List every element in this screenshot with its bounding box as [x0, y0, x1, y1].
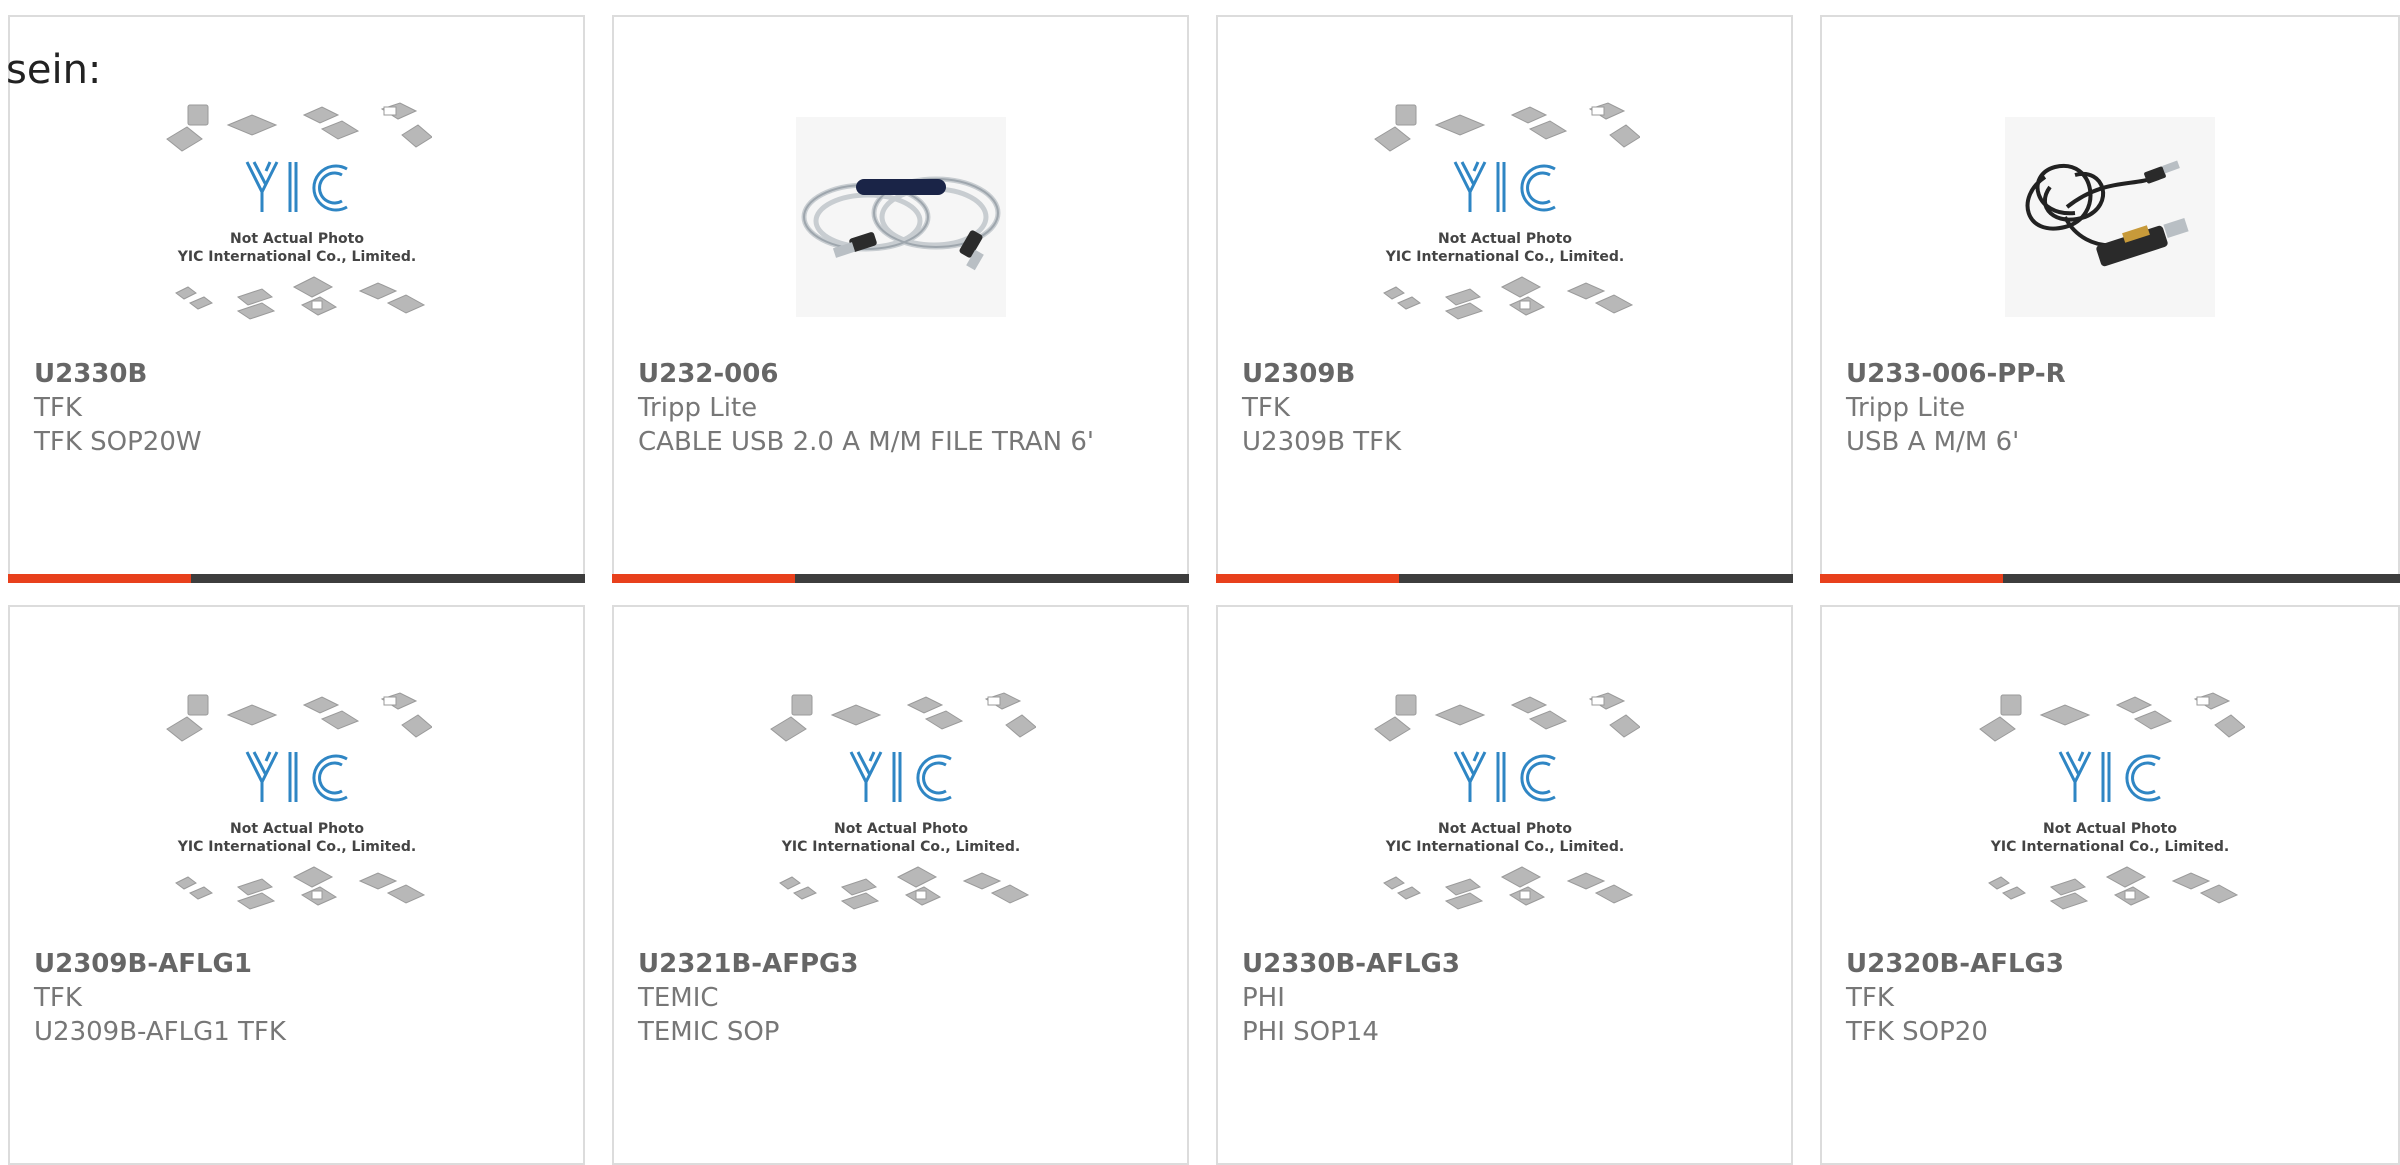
card-bottom-bar: [1216, 574, 1793, 583]
placeholder-line1: Not Actual Photo: [230, 821, 364, 837]
placeholder-line1: Not Actual Photo: [1438, 821, 1572, 837]
yic-placeholder-image: Not Actual Photo YIC International Co., …: [165, 692, 432, 910]
product-part-number[interactable]: U2320B-AFLG3: [1846, 947, 2306, 981]
product-image[interactable]: Not Actual Photo YIC International Co., …: [1218, 667, 1791, 947]
product-card[interactable]: U232-006 Tripp Lite CABLE USB 2.0 A M/M …: [612, 15, 1189, 583]
product-description: TEMIC SOP: [638, 1017, 780, 1047]
product-manufacturer: TEMIC: [638, 983, 719, 1013]
usb-cable-clear-image: [795, 117, 1006, 317]
yic-placeholder-image: Not Actual Photo YIC International Co., …: [165, 102, 432, 320]
product-description: PHI SOP14: [1242, 1017, 1379, 1047]
yic-placeholder-image: Not Actual Photo YIC International Co., …: [1979, 692, 2245, 910]
placeholder-line1: Not Actual Photo: [1438, 231, 1572, 247]
card-bar-accent: [8, 574, 191, 583]
product-image[interactable]: [614, 77, 1187, 357]
product-manufacturer: Tripp Lite: [638, 393, 758, 423]
product-description: U2309B-AFLG1 TFK: [34, 1017, 286, 1047]
card-bar-accent: [1820, 574, 2003, 583]
product-image[interactable]: Not Actual Photo YIC International Co., …: [1218, 77, 1791, 357]
product-image[interactable]: [1822, 77, 2398, 357]
product-card[interactable]: Not Actual Photo YIC International Co., …: [8, 605, 585, 1165]
card-bottom-bar: [1820, 574, 2400, 583]
product-manufacturer: TFK: [34, 393, 82, 423]
product-part-number[interactable]: U232-006: [638, 357, 1098, 391]
product-part-number[interactable]: U2321B-AFPG3: [638, 947, 1098, 981]
product-description: U2309B TFK: [1242, 427, 1402, 457]
product-text: U2309B TFK U2309B TFK: [1242, 357, 1702, 459]
product-text: U2330B-AFLG3 PHI PHI SOP14: [1242, 947, 1702, 1049]
placeholder-line2: YIC International Co., Limited.: [1384, 249, 1623, 265]
product-manufacturer: Tripp Lite: [1846, 393, 1966, 423]
product-part-number[interactable]: U2330B-AFLG3: [1242, 947, 1702, 981]
product-manufacturer: TFK: [1846, 983, 1894, 1013]
placeholder-line2: YIC International Co., Limited.: [176, 839, 415, 855]
placeholder-line1: Not Actual Photo: [2043, 821, 2177, 837]
product-card[interactable]: Not Actual Photo YIC International Co., …: [1216, 15, 1793, 583]
product-part-number[interactable]: U2309B-AFLG1: [34, 947, 494, 981]
yic-placeholder-image: Not Actual Photo YIC International Co., …: [769, 692, 1036, 910]
card-bottom-bar: [612, 574, 1189, 583]
product-text: U2330B TFK TFK SOP20W: [34, 357, 494, 459]
product-image[interactable]: Not Actual Photo YIC International Co., …: [10, 667, 583, 947]
placeholder-line1: Not Actual Photo: [834, 821, 968, 837]
product-description: TFK SOP20: [1846, 1017, 1988, 1047]
page-prefix-text: sein:: [6, 47, 102, 93]
placeholder-line1: Not Actual Photo: [230, 231, 364, 247]
yic-placeholder-image: Not Actual Photo YIC International Co., …: [1373, 102, 1640, 320]
product-text: U233-006-PP-R Tripp Lite USB A M/M 6': [1846, 357, 2306, 459]
usb-cable-black-image: [2005, 117, 2215, 317]
product-part-number[interactable]: U2330B: [34, 357, 494, 391]
product-text: U2321B-AFPG3 TEMIC TEMIC SOP: [638, 947, 1098, 1049]
product-text: U2309B-AFLG1 TFK U2309B-AFLG1 TFK: [34, 947, 494, 1049]
product-image[interactable]: Not Actual Photo YIC International Co., …: [1822, 667, 2398, 947]
product-description: USB A M/M 6': [1846, 427, 2020, 457]
product-description: CABLE USB 2.0 A M/M FILE TRAN 6': [638, 427, 1095, 457]
card-bar-accent: [612, 574, 795, 583]
placeholder-line2: YIC International Co., Limited.: [176, 249, 415, 265]
product-image[interactable]: Not Actual Photo YIC International Co., …: [614, 667, 1187, 947]
product-part-number[interactable]: U233-006-PP-R: [1846, 357, 2306, 391]
placeholder-line2: YIC International Co., Limited.: [1990, 839, 2229, 855]
card-bar-accent: [1216, 574, 1399, 583]
product-card[interactable]: Not Actual Photo YIC International Co., …: [612, 605, 1189, 1165]
product-part-number[interactable]: U2309B: [1242, 357, 1702, 391]
product-manufacturer: TFK: [1242, 393, 1290, 423]
product-card[interactable]: U233-006-PP-R Tripp Lite USB A M/M 6': [1820, 15, 2400, 583]
yic-placeholder-image: Not Actual Photo YIC International Co., …: [1373, 692, 1640, 910]
placeholder-line2: YIC International Co., Limited.: [780, 839, 1019, 855]
placeholder-line2: YIC International Co., Limited.: [1384, 839, 1623, 855]
product-image[interactable]: Not Actual Photo YIC International Co., …: [10, 77, 583, 357]
product-card[interactable]: Not Actual Photo YIC International Co., …: [8, 15, 585, 583]
product-description: TFK SOP20W: [34, 427, 202, 457]
product-card[interactable]: Not Actual Photo YIC International Co., …: [1216, 605, 1793, 1165]
product-card[interactable]: Not Actual Photo YIC International Co., …: [1820, 605, 2400, 1165]
product-manufacturer: TFK: [34, 983, 82, 1013]
product-text: U232-006 Tripp Lite CABLE USB 2.0 A M/M …: [638, 357, 1098, 459]
product-text: U2320B-AFLG3 TFK TFK SOP20: [1846, 947, 2306, 1049]
product-manufacturer: PHI: [1242, 983, 1285, 1013]
card-bottom-bar: [8, 574, 585, 583]
